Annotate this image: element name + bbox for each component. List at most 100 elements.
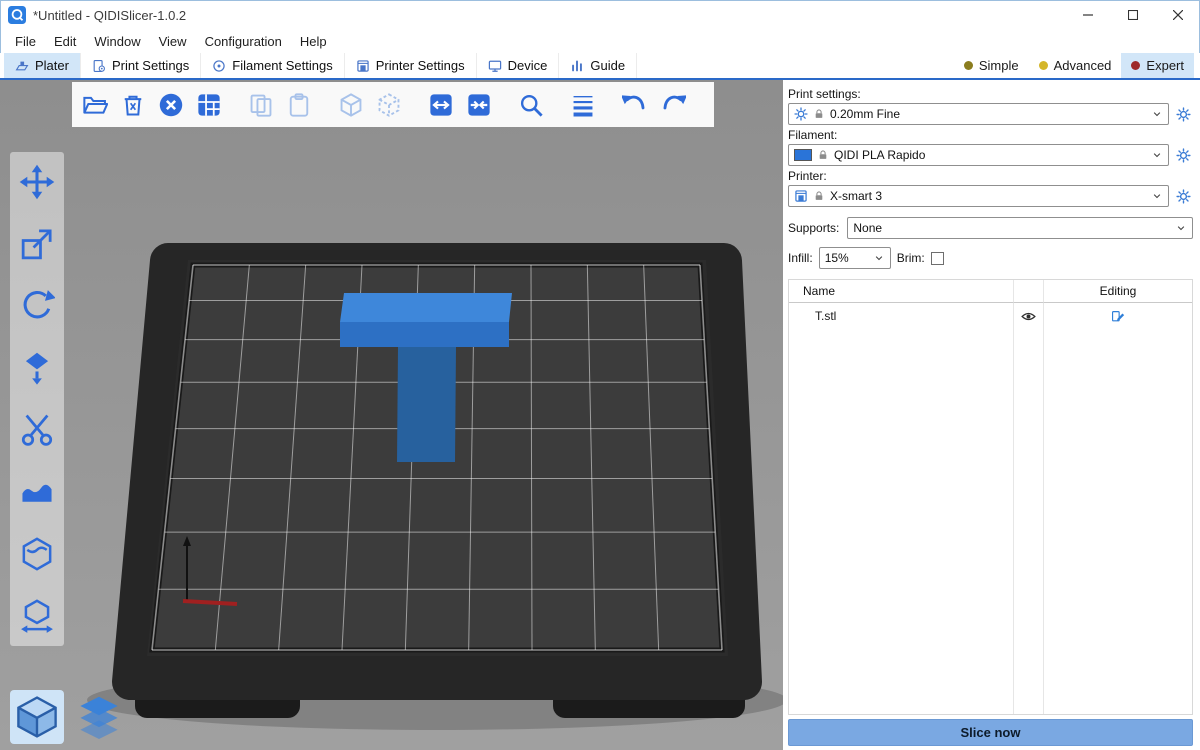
viewport-3d[interactable]: [0, 80, 783, 750]
measure-button[interactable]: [19, 598, 55, 634]
chevron-down-icon: [1175, 222, 1187, 234]
object-visibility-toggle[interactable]: [1014, 303, 1044, 329]
copy-button[interactable]: [246, 88, 276, 122]
rotate-icon: [19, 288, 55, 324]
chevron-down-icon: [873, 252, 885, 264]
mode-label: Advanced: [1054, 58, 1112, 73]
toolbar-separator: [322, 104, 328, 105]
tab-plater[interactable]: Plater: [4, 53, 81, 78]
add-instance-icon: [338, 92, 364, 118]
supports-combo[interactable]: None: [847, 217, 1193, 239]
close-button[interactable]: [1155, 0, 1200, 30]
lock-icon: [813, 190, 825, 202]
menu-file[interactable]: File: [6, 34, 45, 49]
supports-value: None: [853, 221, 882, 235]
chevron-down-icon: [1151, 190, 1163, 202]
simple-mode-dot-icon: [964, 61, 973, 70]
editor-view-button[interactable]: [10, 690, 64, 744]
menu-help[interactable]: Help: [291, 34, 336, 49]
copy-icon: [248, 92, 274, 118]
arrange-button[interactable]: [194, 88, 224, 122]
paste-icon: [286, 92, 312, 118]
preset-gear-icon: [794, 107, 808, 121]
print-settings-edit-button[interactable]: [1173, 103, 1193, 125]
tab-print-settings[interactable]: Print Settings: [81, 53, 201, 78]
maximize-button[interactable]: [1110, 0, 1155, 30]
tab-guide[interactable]: Guide: [559, 53, 637, 78]
mode-simple[interactable]: Simple: [954, 53, 1029, 78]
lock-icon: [813, 108, 825, 120]
object-list: Name Editing T.stl: [788, 279, 1193, 715]
delete-all-button[interactable]: [156, 88, 186, 122]
variable-layer-height-icon: [570, 92, 596, 118]
paste-button[interactable]: [284, 88, 314, 122]
preview-view-button[interactable]: [72, 690, 126, 744]
printer-edit-button[interactable]: [1173, 185, 1193, 207]
open-button[interactable]: [80, 88, 110, 122]
variable-layer-height-button[interactable]: [568, 88, 598, 122]
filament-row: QIDI PLA Rapido: [788, 144, 1193, 166]
chevron-down-icon: [1151, 108, 1163, 120]
printer-icon: [356, 59, 370, 73]
tab-label: Filament Settings: [232, 58, 332, 73]
window-title: *Untitled - QIDISlicer-1.0.2: [33, 8, 186, 23]
toolbar-separator: [606, 104, 612, 105]
split-to-parts-button[interactable]: [464, 88, 494, 122]
tab-label: Print Settings: [112, 58, 189, 73]
tab-label: Guide: [590, 58, 625, 73]
plater-icon: [15, 59, 29, 73]
remove-instance-button[interactable]: [374, 88, 404, 122]
delete-button[interactable]: [118, 88, 148, 122]
scale-icon: [19, 226, 55, 262]
printer-combo[interactable]: X-smart 3: [788, 185, 1169, 207]
menu-window[interactable]: Window: [85, 34, 149, 49]
cut-button[interactable]: [19, 412, 55, 448]
scale-button[interactable]: [19, 226, 55, 262]
brim-checkbox[interactable]: [931, 252, 944, 265]
scene-3d[interactable]: [0, 80, 783, 750]
menu-view[interactable]: View: [150, 34, 196, 49]
place-on-face-button[interactable]: [19, 350, 55, 386]
tab-device[interactable]: Device: [477, 53, 560, 78]
rotate-button[interactable]: [19, 288, 55, 324]
object-row-name[interactable]: T.stl: [789, 303, 1014, 329]
filament-combo[interactable]: QIDI PLA Rapido: [788, 144, 1169, 166]
add-instance-button[interactable]: [336, 88, 366, 122]
print-settings-combo[interactable]: 0.20mm Fine: [788, 103, 1169, 125]
menu-edit[interactable]: Edit: [45, 34, 85, 49]
preview-layers-icon: [77, 695, 121, 739]
lock-icon: [817, 149, 829, 161]
printer-icon: [794, 189, 808, 203]
filament-edit-button[interactable]: [1173, 144, 1193, 166]
mode-expert[interactable]: Expert: [1121, 53, 1194, 78]
supports-row: Supports: None: [788, 217, 1193, 239]
tab-filament-settings[interactable]: Filament Settings: [201, 53, 344, 78]
delete-all-icon: [158, 92, 184, 118]
seam-icon: [19, 536, 55, 572]
infill-combo[interactable]: 15%: [819, 247, 891, 269]
main-content: Print settings: 0.20mm Fine Filament: QI…: [0, 80, 1200, 750]
eye-icon: [1021, 309, 1036, 324]
search-button[interactable]: [516, 88, 546, 122]
split-to-objects-button[interactable]: [426, 88, 456, 122]
redo-button[interactable]: [658, 88, 688, 122]
print-settings-icon: [92, 59, 106, 73]
supports-label: Supports:: [788, 221, 839, 235]
menu-configuration[interactable]: Configuration: [196, 34, 291, 49]
print-settings-value: 0.20mm Fine: [830, 107, 900, 121]
seam-button[interactable]: [19, 536, 55, 572]
tab-printer-settings[interactable]: Printer Settings: [345, 53, 477, 78]
minimize-button[interactable]: [1065, 0, 1110, 30]
paint-supports-button[interactable]: [19, 474, 55, 510]
mode-advanced[interactable]: Advanced: [1029, 53, 1122, 78]
cut-scissors-icon: [19, 412, 55, 448]
printer-value: X-smart 3: [830, 189, 882, 203]
undo-button[interactable]: [620, 88, 650, 122]
move-button[interactable]: [19, 164, 55, 200]
toolbar-separator: [554, 104, 560, 105]
view-switcher: [10, 690, 126, 744]
object-edit-button[interactable]: [1044, 303, 1192, 329]
arrange-icon: [196, 92, 222, 118]
split-to-objects-icon: [428, 92, 454, 118]
slice-now-button[interactable]: Slice now: [788, 719, 1193, 746]
